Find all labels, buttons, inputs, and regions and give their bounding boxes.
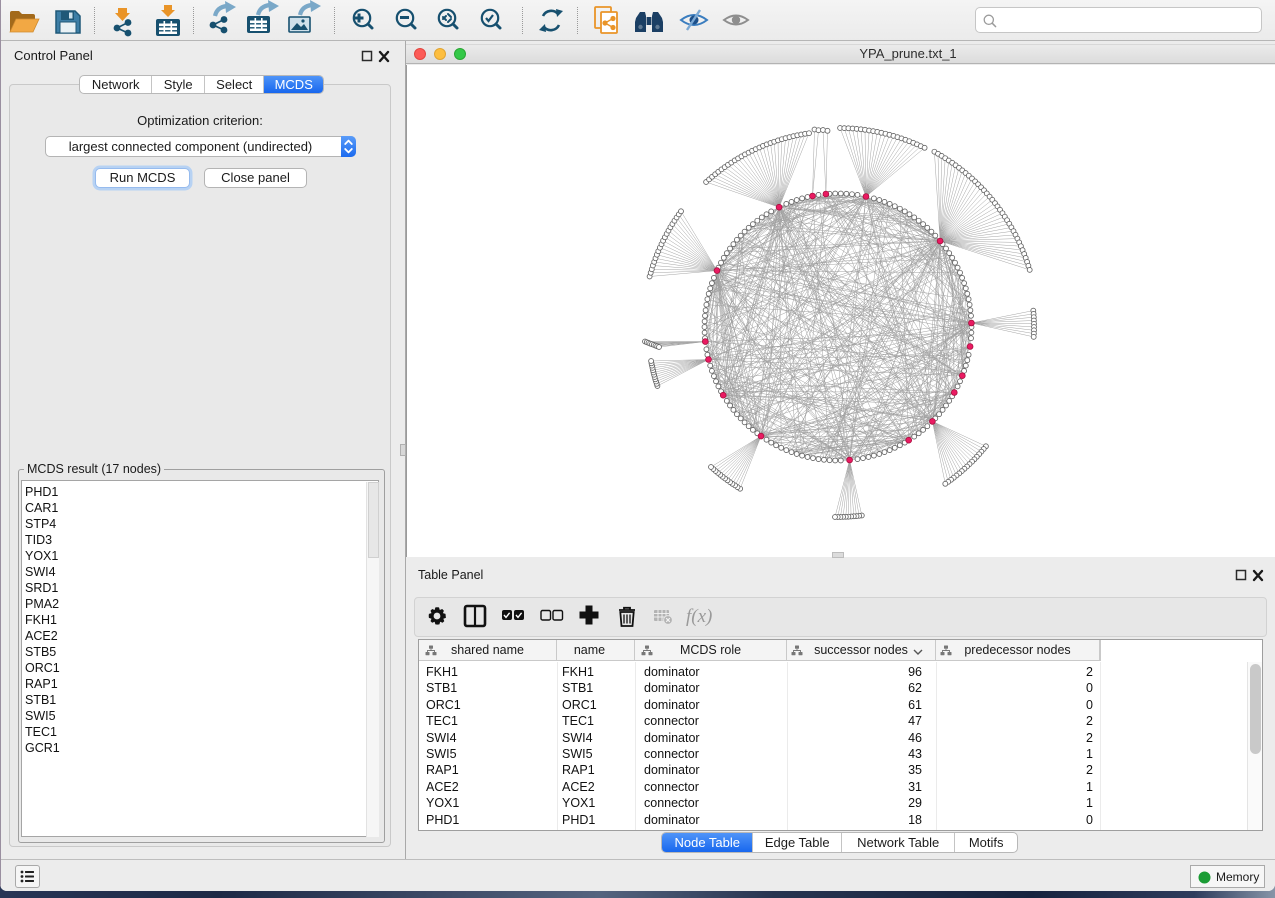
- svg-text:f(x): f(x): [686, 606, 712, 627]
